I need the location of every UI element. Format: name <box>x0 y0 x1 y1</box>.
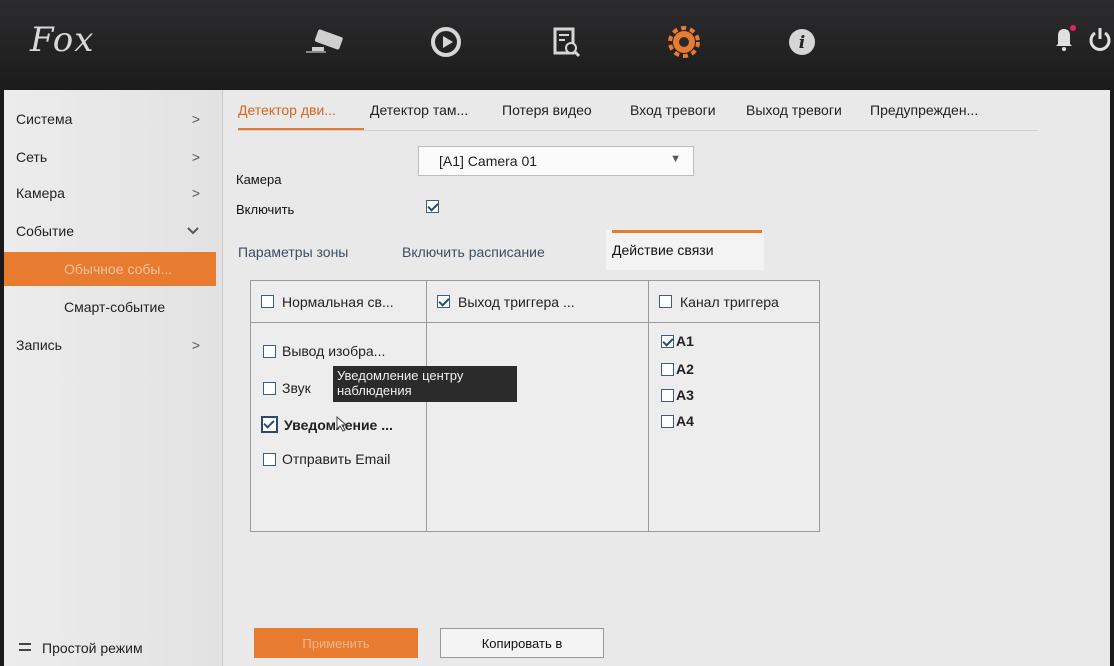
chevron-right-icon: > <box>191 337 200 353</box>
tab-motion-detection[interactable]: Детектор дви... <box>238 102 336 118</box>
sidebar-item-label: Система <box>16 111 73 127</box>
normal-linkage-column: Нормальная св... <box>251 281 427 531</box>
sidebar-item-smart-event[interactable]: Смарт-событие <box>4 290 222 324</box>
camera-select-value: [A1] Camera 01 <box>439 153 538 169</box>
svg-text:i: i <box>799 33 805 53</box>
list-item[interactable]: A3 <box>661 387 694 403</box>
normal-linkage-checkbox[interactable] <box>261 295 274 308</box>
notify-center-checkbox[interactable] <box>261 416 278 433</box>
top-navigation-bar: Fox i <box>0 0 1114 90</box>
sound-checkbox[interactable] <box>263 381 276 395</box>
sidebar-item-event[interactable]: Событие <box>4 214 222 248</box>
camera-select[interactable]: [A1] Camera 01 ▼ <box>418 146 694 176</box>
tooltip: Уведомление центру наблюдения <box>333 366 517 402</box>
list-item[interactable]: Вывод изобра... <box>263 343 385 359</box>
info-icon[interactable]: i <box>780 22 824 62</box>
sidebar-item-camera[interactable]: Камера > <box>4 176 222 210</box>
sidebar-item-label: Обычное собы... <box>64 261 173 277</box>
brand-logo: Fox <box>30 20 95 60</box>
normal-linkage-header[interactable]: Нормальная св... <box>251 281 426 323</box>
sidebar-item-system[interactable]: Система > <box>4 102 222 136</box>
sound-label: Звук <box>282 380 311 396</box>
tooltip-line-2: наблюдения <box>337 383 412 398</box>
tab-tamper-detection[interactable]: Детектор там... <box>370 102 468 118</box>
normal-linkage-label: Нормальная св... <box>282 293 394 310</box>
active-tab-indicator <box>238 128 364 130</box>
trigger-channel-column: Канал триггера <box>649 281 819 531</box>
list-item[interactable]: Уведомление ... <box>261 416 393 433</box>
simple-mode-toggle[interactable]: Простой режим <box>18 640 143 656</box>
subtab-linkage-action[interactable]: Действие связи <box>612 242 714 258</box>
send-email-checkbox[interactable] <box>263 452 276 466</box>
trigger-channel-header[interactable]: Канал триггера <box>649 281 819 323</box>
content-area: Детектор дви... Детектор там... Потеря в… <box>222 90 1110 666</box>
list-item[interactable]: Отправить Email <box>263 451 390 467</box>
channel-a4-label: A4 <box>676 413 694 429</box>
image-output-checkbox[interactable] <box>263 344 276 358</box>
trigger-output-header[interactable]: Выход триггера ... <box>427 281 648 323</box>
sidebar-item-label: Сеть <box>16 149 48 165</box>
sidebar-item-label: Событие <box>16 223 74 239</box>
trigger-channel-checkbox[interactable] <box>659 295 672 308</box>
tooltip-line-1: Уведомление центру <box>337 368 464 383</box>
sidebar-item-network[interactable]: Сеть > <box>4 140 222 174</box>
mouse-cursor-icon <box>336 415 348 435</box>
trigger-output-label: Выход триггера ... <box>458 293 575 310</box>
sidebar-item-normal-event[interactable]: Обычное собы... <box>4 252 216 286</box>
subtabs: Параметры зоны Включить расписание Дейст… <box>238 230 764 270</box>
search-file-icon[interactable] <box>544 22 588 62</box>
list-item[interactable]: A2 <box>661 361 694 377</box>
chevron-right-icon: > <box>191 149 200 165</box>
chevron-down-icon <box>186 223 200 239</box>
power-icon[interactable] <box>1088 24 1112 59</box>
chevron-right-icon: > <box>191 185 200 201</box>
linkage-grid: Нормальная св... Выход триггера ... Кана… <box>250 280 820 532</box>
sidebar-item-label: Запись <box>16 337 62 353</box>
sidebar-item-label: Смарт-событие <box>64 299 166 315</box>
list-item[interactable]: Звук <box>263 380 311 396</box>
apply-button[interactable]: Применить <box>254 628 418 658</box>
settings-icon[interactable] <box>662 22 706 62</box>
channel-a4-checkbox[interactable] <box>661 414 674 428</box>
tab-alarm-output[interactable]: Выход тревоги <box>746 102 842 118</box>
tab-video-loss[interactable]: Потеря видео <box>502 102 592 118</box>
chevron-down-icon: ▼ <box>670 153 681 165</box>
chevron-right-icon: > <box>191 111 200 127</box>
send-email-label: Отправить Email <box>282 451 391 467</box>
playback-icon[interactable] <box>424 22 468 62</box>
tab-divider <box>238 130 1038 131</box>
channel-a2-checkbox[interactable] <box>661 362 674 376</box>
swap-arrows-icon <box>18 640 32 656</box>
trigger-output-column: Выход триггера ... <box>427 281 649 531</box>
bell-icon[interactable] <box>1052 24 1076 59</box>
camera-icon[interactable] <box>304 22 348 62</box>
list-item[interactable]: A4 <box>661 413 694 429</box>
image-output-label: Вывод изобра... <box>282 343 386 359</box>
channel-a2-label: A2 <box>676 361 694 377</box>
trigger-output-checkbox[interactable] <box>437 295 450 308</box>
channel-a1-checkbox[interactable] <box>661 334 674 348</box>
enable-checkbox[interactable] <box>426 200 439 213</box>
copy-to-button[interactable]: Копировать в <box>440 628 604 658</box>
channel-a3-label: A3 <box>676 387 694 403</box>
subtab-zone-params[interactable]: Параметры зоны <box>238 244 348 260</box>
sidebar-item-record[interactable]: Запись > <box>4 328 222 362</box>
simple-mode-label: Простой режим <box>42 640 143 656</box>
trigger-channel-label: Канал триггера <box>680 293 779 310</box>
sidebar-item-label: Камера <box>16 185 65 201</box>
active-subtab-indicator <box>612 230 762 233</box>
tab-alarm-input[interactable]: Вход тревоги <box>630 102 716 118</box>
subtab-schedule[interactable]: Включить расписание <box>402 244 545 260</box>
tab-warnings[interactable]: Предупрежден... <box>870 102 978 118</box>
enable-label: Включить <box>236 202 295 217</box>
channel-a3-checkbox[interactable] <box>661 388 674 402</box>
camera-label: Камера <box>236 172 282 187</box>
main-screen: Система > Сеть > Камера > Событие Обычно… <box>4 90 1110 666</box>
list-item[interactable]: A1 <box>661 333 694 349</box>
channel-a1-label: A1 <box>676 333 694 349</box>
sidebar: Система > Сеть > Камера > Событие Обычно… <box>4 90 223 666</box>
